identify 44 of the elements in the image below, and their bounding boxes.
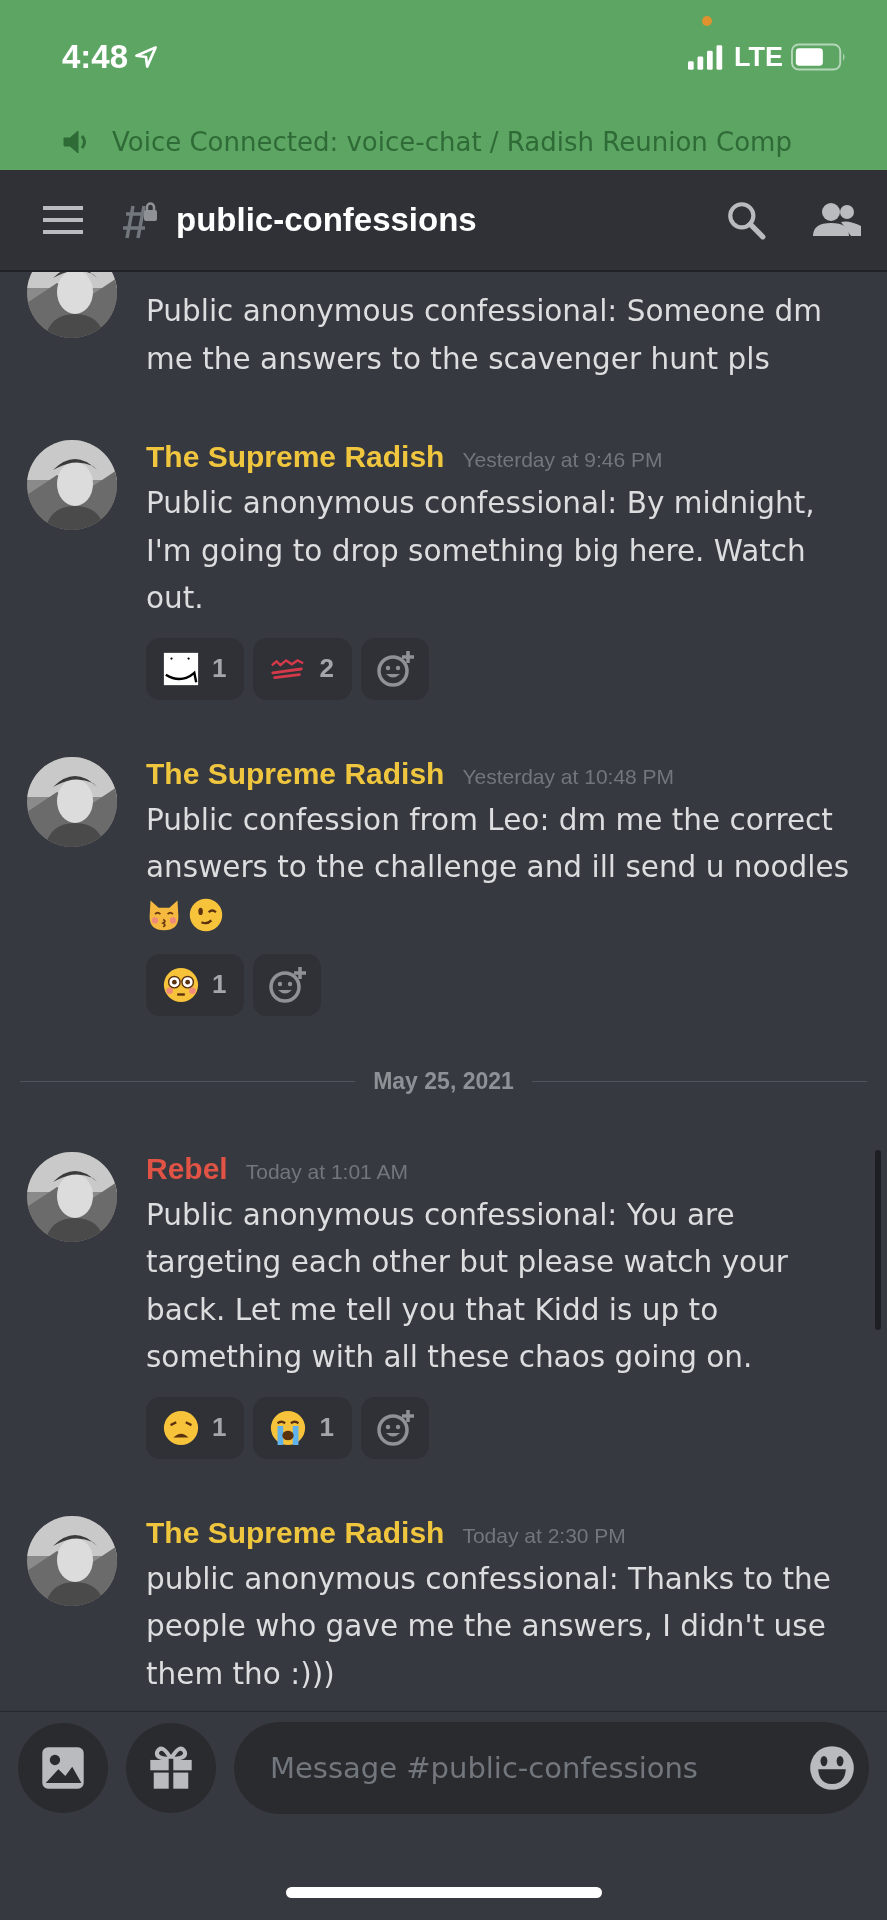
message-timestamp: Today at 2:30 PM [462,1523,626,1548]
reaction-chip[interactable]: 1 [146,953,245,1016]
message-text: public anonymous confessional: Thanks to the people who gave me the answers, I didn't use them tho :))) [146,1560,832,1693]
add-emoji-icon [374,648,415,689]
message-text: Public anonymous confessional: Someone dm me the answers to the scavenger hunt pls [146,293,824,378]
message-timestamp: Yesterday at 9:46 PM [462,448,663,472]
emoji-picker-icon[interactable] [809,1745,855,1791]
menu-icon[interactable] [42,206,84,234]
reaction-chip[interactable]: 1 [253,1396,352,1459]
message-text: Public anonymous confessional: By midnight, I'm going to drop something big here. Watch out. [146,485,816,617]
message-timestamp: Today at 1:01 AM [245,1159,408,1184]
add-emoji-icon [374,1407,415,1448]
battery-icon [791,43,847,71]
network-label: LTE [734,41,783,73]
crying-face-icon [269,1408,308,1447]
add-reaction-button[interactable] [253,953,322,1016]
search-icon[interactable] [725,199,767,241]
privacy-dot-icon [702,16,712,26]
image-icon [40,1745,86,1791]
members-icon[interactable] [811,202,863,238]
message-text: Public confession from Leo: dm me the correct answers to the challenge and ill send u noodles [146,801,851,886]
winking-face-icon [188,897,224,933]
message-timestamp: Yesterday at 10:48 PM [462,764,675,789]
date-divider-label: May 25, 2021 [373,1067,514,1095]
channel-title: public-confessions [176,201,478,239]
author-name[interactable]: The Supreme Radish [146,1515,445,1550]
author-name[interactable]: The Supreme Radish [146,440,445,474]
add-emoji-icon [267,964,308,1005]
add-reaction-button[interactable] [360,1396,429,1459]
message-text: Public anonymous confessional: You are targeting each other but please watch your back. Let me tell you that Kidd is up to something with all these chaos going on. [146,1196,789,1376]
flushed-face-icon [162,965,200,1004]
scrollbar[interactable] [875,1150,881,1330]
add-reaction-button[interactable] [360,637,429,700]
weary-face-icon [162,1408,200,1447]
location-arrow-icon [134,45,159,69]
reaction-chip[interactable]: 2 [253,637,352,700]
author-name[interactable]: The Supreme Radish [146,756,445,791]
gift-icon [148,1745,194,1791]
message-field[interactable]: Message #public-confessions [268,1750,809,1786]
clock-time: 4:48 [62,38,129,76]
reaction-chip[interactable]: 1 [146,637,245,700]
author-name[interactable]: Rebel [146,1151,228,1186]
reaction-chip[interactable]: 1 [146,1396,245,1459]
message-bar[interactable]: Message #public-confessions [234,1722,869,1814]
